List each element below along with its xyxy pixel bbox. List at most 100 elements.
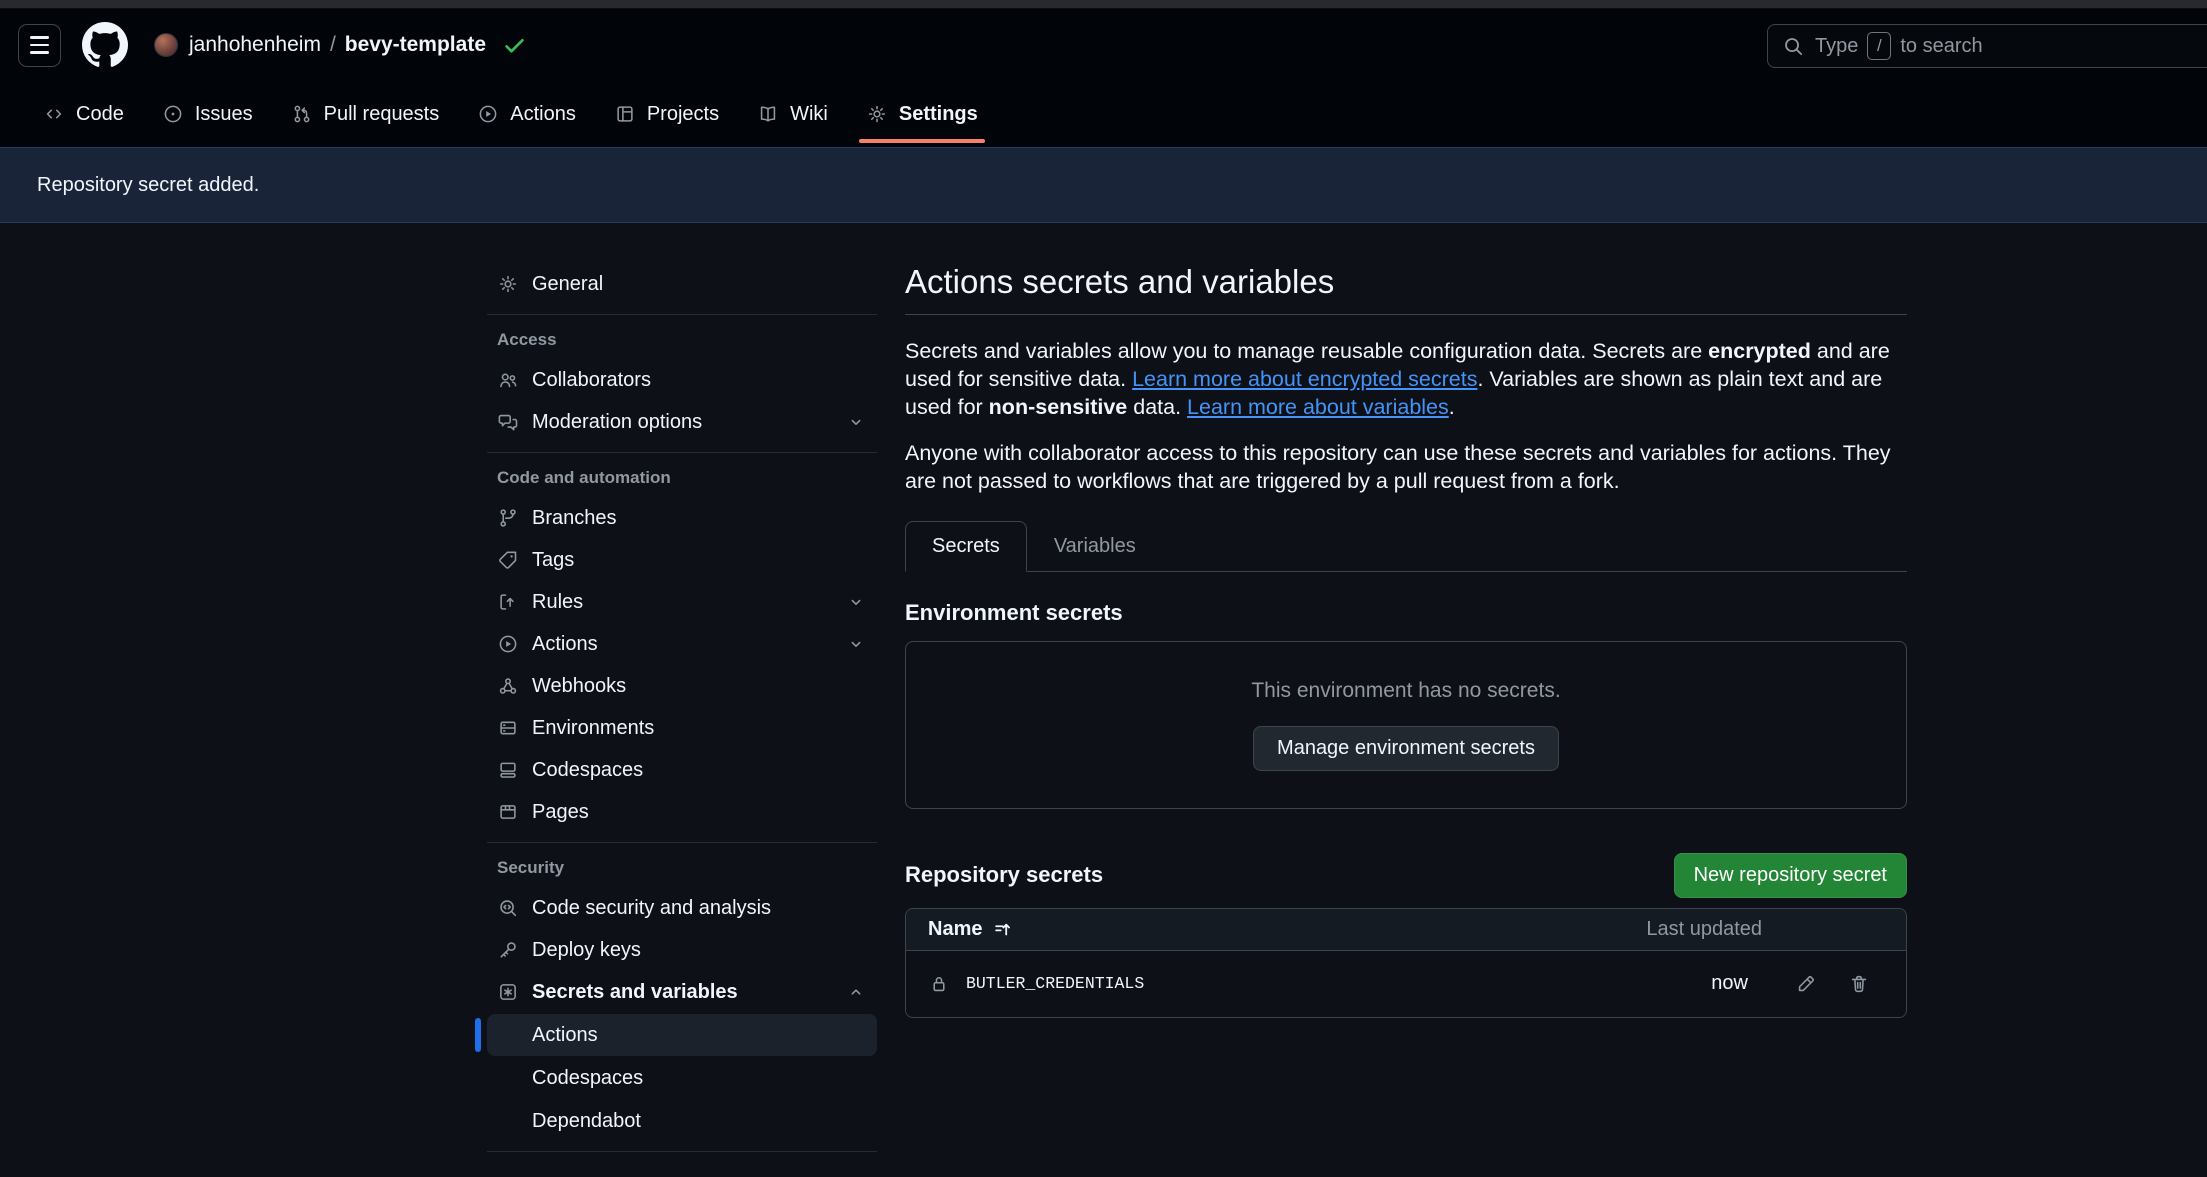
table-header: Name Last updated xyxy=(906,909,1906,950)
tab-label: Projects xyxy=(647,103,719,126)
sidebar-divider xyxy=(487,1151,877,1152)
sidebar-item-label: Pages xyxy=(532,801,589,824)
tab-code[interactable]: Code xyxy=(28,81,139,147)
tab-label: Pull requests xyxy=(324,103,440,126)
environment-empty-text: This environment has no secrets. xyxy=(1251,679,1560,703)
page-title: Actions secrets and variables xyxy=(905,263,1907,315)
pencil-icon xyxy=(1795,973,1817,995)
book-icon xyxy=(757,103,779,125)
sidebar-item-rules[interactable]: Rules xyxy=(487,581,877,623)
tab-settings[interactable]: Settings xyxy=(851,81,993,147)
chevron-up-icon xyxy=(845,981,867,1003)
project-icon xyxy=(614,103,636,125)
sidebar-item-moderation-options[interactable]: Moderation options xyxy=(487,401,877,443)
name-column-header[interactable]: Name xyxy=(928,918,1014,941)
sidebar-item-branches[interactable]: Branches xyxy=(487,497,877,539)
trash-icon xyxy=(1848,973,1870,995)
sidebar-item-pages[interactable]: Pages xyxy=(487,791,877,833)
slash-key-hint: / xyxy=(1867,32,1891,60)
play-icon xyxy=(477,103,499,125)
search-input[interactable]: Type / to search xyxy=(1767,24,2207,68)
github-logo-icon[interactable] xyxy=(82,22,128,68)
intro-text: data. xyxy=(1127,395,1187,419)
issue-icon xyxy=(162,103,184,125)
edit-secret-button[interactable] xyxy=(1795,973,1817,995)
check-icon[interactable] xyxy=(501,32,528,59)
sidebar-item-label: Deploy keys xyxy=(532,939,641,962)
pull-request-icon xyxy=(291,103,313,125)
codespaces-icon xyxy=(497,759,519,781)
tag-icon xyxy=(497,549,519,571)
sidebar-item-label: Secrets and variables xyxy=(532,981,738,1004)
gear-icon xyxy=(866,103,888,125)
sidebar-item-codespaces[interactable]: Codespaces xyxy=(487,749,877,791)
sidebar-section-header-access: Access xyxy=(487,330,877,350)
gear-icon xyxy=(497,273,519,295)
intro-paragraph: Secrets and variables allow you to manag… xyxy=(905,337,1907,421)
breadcrumb-repo[interactable]: bevy-template xyxy=(345,33,486,57)
table-row: BUTLER_CREDENTIALSnow xyxy=(906,950,1906,1017)
avatar xyxy=(154,33,178,57)
tab-label: Issues xyxy=(195,103,253,126)
sidebar-section-header-security: Security xyxy=(487,858,877,878)
sidebar-subitem-actions[interactable]: Actions xyxy=(487,1014,877,1056)
table-body: BUTLER_CREDENTIALSnow xyxy=(906,950,1906,1017)
sidebar-subitem-label: Codespaces xyxy=(532,1067,643,1090)
browser-icon xyxy=(497,801,519,823)
delete-secret-button[interactable] xyxy=(1848,973,1870,995)
new-repository-secret-button[interactable]: New repository secret xyxy=(1674,853,1907,898)
search-icon xyxy=(1782,35,1805,58)
sidebar-item-label: Environments xyxy=(532,717,654,740)
sidebar-section-header-code-and-automation: Code and automation xyxy=(487,468,877,488)
sidebar-divider xyxy=(487,842,877,843)
manage-environment-secrets-button[interactable]: Manage environment secrets xyxy=(1253,726,1559,771)
intro-text: Secrets and variables allow you to manag… xyxy=(905,339,1708,363)
sidebar-item-label: General xyxy=(532,273,603,296)
tab-variables[interactable]: Variables xyxy=(1027,521,1163,572)
lock-icon xyxy=(928,973,950,995)
sidebar-item-actions[interactable]: Actions xyxy=(487,623,877,665)
tab-issues[interactable]: Issues xyxy=(147,81,268,147)
sidebar-subitem-codespaces[interactable]: Codespaces xyxy=(487,1057,877,1099)
tab-pull-requests[interactable]: Pull requests xyxy=(276,81,455,147)
flash-message: Repository secret added. xyxy=(37,174,259,197)
sidebar-item-collaborators[interactable]: Collaborators xyxy=(487,359,877,401)
tab-projects[interactable]: Projects xyxy=(599,81,734,147)
tab-label: Settings xyxy=(899,103,978,126)
intro-text: . xyxy=(1449,395,1455,419)
code-scan-icon xyxy=(497,897,519,919)
sidebar-subitem-dependabot[interactable]: Dependabot xyxy=(487,1100,877,1142)
link-learn-more-about-variables[interactable]: Learn more about variables xyxy=(1187,395,1449,419)
tab-actions[interactable]: Actions xyxy=(462,81,591,147)
sidebar-divider xyxy=(487,452,877,453)
breadcrumb-separator: / xyxy=(330,33,336,57)
key-icon xyxy=(497,939,519,961)
sidebar-item-deploy-keys[interactable]: Deploy keys xyxy=(487,929,877,971)
sidebar-item-label: Actions xyxy=(532,633,598,656)
tab-label: Actions xyxy=(510,103,576,126)
sidebar-item-general[interactable]: General xyxy=(487,263,877,305)
sidebar-item-tags[interactable]: Tags xyxy=(487,539,877,581)
sidebar-item-environments[interactable]: Environments xyxy=(487,707,877,749)
sidebar-item-label: Moderation options xyxy=(532,411,702,434)
link-learn-more-about-encrypted-secrets[interactable]: Learn more about encrypted secrets xyxy=(1132,367,1477,391)
sort-asc-icon xyxy=(992,918,1014,940)
sidebar-item-webhooks[interactable]: Webhooks xyxy=(487,665,877,707)
play-icon xyxy=(497,633,519,655)
breadcrumb-owner[interactable]: janhohenheim xyxy=(189,33,321,57)
hamburger-menu-button[interactable] xyxy=(18,24,61,67)
tab-secrets[interactable]: Secrets xyxy=(905,521,1027,572)
sidebar-item-label: Code security and analysis xyxy=(532,897,771,920)
browser-chrome-strip xyxy=(0,0,2207,9)
sidebar-subitem-label: Actions xyxy=(532,1024,598,1047)
secrets-icon xyxy=(497,981,519,1003)
tab-wiki[interactable]: Wiki xyxy=(742,81,843,147)
tab-label: Wiki xyxy=(790,103,828,126)
sidebar-subitem-label: Dependabot xyxy=(532,1110,641,1133)
collaborator-paragraph: Anyone with collaborator access to this … xyxy=(905,439,1907,495)
secrets-variables-tabnav: Secrets Variables xyxy=(905,521,1907,572)
sidebar-item-secrets-and-variables[interactable]: Secrets and variables xyxy=(487,971,877,1013)
sidebar-item-code-security-and-analysis[interactable]: Code security and analysis xyxy=(487,887,877,929)
people-icon xyxy=(497,369,519,391)
settings-sidebar: General Access Collaborators Moderation opt… xyxy=(487,263,877,1161)
